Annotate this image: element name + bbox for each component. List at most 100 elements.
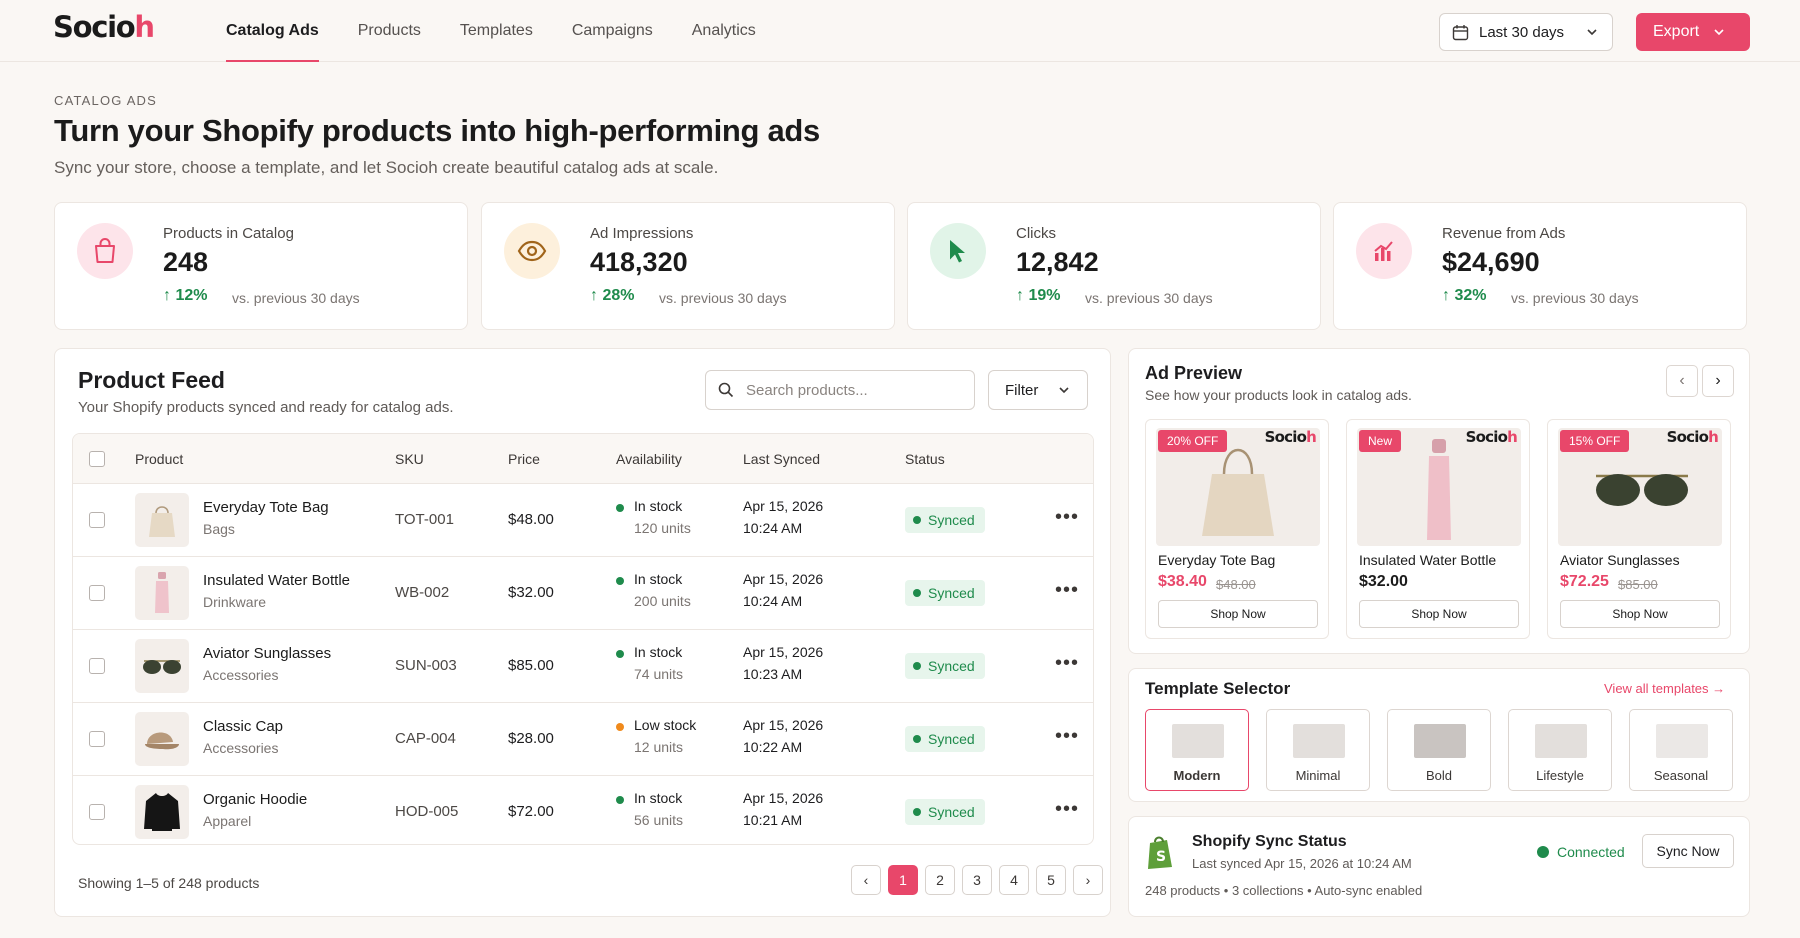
nav-analytics[interactable]: Analytics xyxy=(692,0,756,62)
table-row[interactable]: Classic Cap Accessories CAP-004 $28.00 L… xyxy=(73,703,1093,776)
ad-card[interactable]: 20% OFF Socioh Everyday Tote Bag $38.40 … xyxy=(1145,419,1329,639)
stat-card-products: Products in Catalog 248 ↑ 12% vs. previo… xyxy=(54,202,468,330)
stat-card-clicks: Clicks 12,842 ↑ 19% vs. previous 30 days xyxy=(907,202,1321,330)
search-icon xyxy=(718,382,734,398)
shopify-sync-card: S Shopify Sync Status Last synced Apr 15… xyxy=(1128,816,1750,917)
sync-title: Shopify Sync Status xyxy=(1192,833,1347,850)
availability-status: In stock xyxy=(634,571,683,587)
shopify-icon: S xyxy=(1145,835,1175,874)
ad-preview-subtitle: See how your products look in catalog ad… xyxy=(1145,387,1412,403)
sync-date: Apr 15, 2026 xyxy=(743,498,824,514)
template-seasonal[interactable]: Seasonal xyxy=(1629,709,1733,791)
product-sku: SUN-003 xyxy=(395,657,457,674)
nav-catalog-ads[interactable]: Catalog Ads xyxy=(226,0,319,62)
filter-dropdown[interactable]: Filter xyxy=(988,370,1088,410)
more-icon[interactable]: ••• xyxy=(1055,652,1079,675)
template-selector-card: Template Selector View all templates → M… xyxy=(1128,668,1750,802)
table-row[interactable]: Insulated Water Bottle Drinkware WB-002 … xyxy=(73,557,1093,630)
column-availability[interactable]: Availability xyxy=(616,451,682,467)
more-icon[interactable]: ••• xyxy=(1055,506,1079,529)
product-feed-title: Product Feed xyxy=(78,367,225,393)
next-ad-button[interactable]: › xyxy=(1702,365,1734,397)
discount-tag: 20% OFF xyxy=(1158,430,1228,452)
sync-now-button[interactable]: Sync Now xyxy=(1642,834,1734,868)
status-dot xyxy=(1537,846,1549,858)
shop-now-button[interactable]: Shop Now xyxy=(1560,600,1720,628)
status-badge: Synced xyxy=(905,507,985,533)
sync-date: Apr 15, 2026 xyxy=(743,571,824,587)
new-tag: New xyxy=(1359,430,1402,452)
more-icon[interactable]: ••• xyxy=(1055,579,1079,602)
sunglasses-thumbnail xyxy=(135,639,189,693)
template-lifestyle[interactable]: Lifestyle xyxy=(1508,709,1612,791)
row-checkbox[interactable] xyxy=(89,658,105,674)
image-placeholder-icon xyxy=(1293,724,1345,758)
next-page-button[interactable]: › xyxy=(1073,865,1103,895)
view-all-templates-link[interactable]: View all templates → xyxy=(1604,681,1725,696)
product-price: $48.00 xyxy=(508,511,554,528)
select-all-checkbox[interactable] xyxy=(89,451,105,467)
date-range-dropdown[interactable]: Last 30 days xyxy=(1439,13,1613,51)
page-title: Turn your Shopify products into high-per… xyxy=(54,113,820,148)
chevron-down-icon xyxy=(1059,387,1069,394)
shop-now-button[interactable]: Shop Now xyxy=(1359,600,1519,628)
stat-card-impressions: Ad Impressions 418,320 ↑ 28% vs. previou… xyxy=(481,202,895,330)
product-table: Product SKU Price Availability Last Sync… xyxy=(72,433,1094,845)
product-name: Aviator Sunglasses xyxy=(203,645,332,662)
availability-dot xyxy=(616,577,624,585)
export-label: Export xyxy=(1653,23,1700,40)
availability-status: In stock xyxy=(634,790,683,806)
page-5-button[interactable]: 5 xyxy=(1036,865,1066,895)
page-4-button[interactable]: 4 xyxy=(999,865,1029,895)
prev-page-button[interactable]: ‹ xyxy=(851,865,881,895)
nav-products[interactable]: Products xyxy=(358,0,421,62)
cap-thumbnail xyxy=(135,712,189,766)
ad-card[interactable]: New Socioh Insulated Water Bottle $32.00… xyxy=(1346,419,1530,639)
search-input[interactable]: Search products... xyxy=(705,370,975,410)
product-sku: WB-002 xyxy=(395,584,450,601)
more-icon[interactable]: ••• xyxy=(1055,725,1079,748)
column-last-synced[interactable]: Last Synced xyxy=(743,451,820,467)
export-button[interactable]: Export xyxy=(1636,13,1750,51)
page-1-button[interactable]: 1 xyxy=(888,865,918,895)
brand-watermark: Socioh xyxy=(1465,428,1518,446)
table-row[interactable]: Everyday Tote Bag Bags TOT-001 $48.00 In… xyxy=(73,484,1093,557)
page-2-button[interactable]: 2 xyxy=(925,865,955,895)
availability-status: Low stock xyxy=(634,717,697,733)
row-checkbox[interactable] xyxy=(89,731,105,747)
nav-templates[interactable]: Templates xyxy=(460,0,533,62)
page-3-button[interactable]: 3 xyxy=(962,865,992,895)
column-sku[interactable]: SKU xyxy=(395,451,424,467)
shop-now-button[interactable]: Shop Now xyxy=(1158,600,1318,628)
row-checkbox[interactable] xyxy=(89,804,105,820)
ad-old-price: $48.00 xyxy=(1216,577,1256,592)
more-icon[interactable]: ••• xyxy=(1055,798,1079,821)
column-product[interactable]: Product xyxy=(135,451,183,467)
template-minimal[interactable]: Minimal xyxy=(1266,709,1370,791)
ad-price: $32.00 xyxy=(1359,573,1408,590)
table-header: Product SKU Price Availability Last Sync… xyxy=(73,434,1093,484)
stat-label: Revenue from Ads xyxy=(1442,225,1566,242)
brand-watermark: Socioh xyxy=(1666,428,1719,446)
product-name: Insulated Water Bottle xyxy=(203,572,351,589)
nav-campaigns[interactable]: Campaigns xyxy=(572,0,653,62)
prev-ad-button[interactable]: ‹ xyxy=(1666,365,1698,397)
table-row[interactable]: Aviator Sunglasses Accessories SUN-003 $… xyxy=(73,630,1093,703)
column-status[interactable]: Status xyxy=(905,451,945,467)
product-name: Everyday Tote Bag xyxy=(203,499,329,516)
availability-dot xyxy=(616,650,624,658)
template-bold[interactable]: Bold xyxy=(1387,709,1491,791)
last-synced-text: Last synced Apr 15, 2026 at 10:24 AM xyxy=(1192,856,1412,871)
product-feed-subtitle: Your Shopify products synced and ready f… xyxy=(78,399,454,416)
row-checkbox[interactable] xyxy=(89,512,105,528)
socioh-logo[interactable]: Socioh xyxy=(53,10,155,44)
product-category: Accessories xyxy=(203,667,279,683)
cursor-icon xyxy=(930,223,986,279)
ad-card[interactable]: 15% OFF Socioh Aviator Sunglasses $72.25… xyxy=(1547,419,1731,639)
column-price[interactable]: Price xyxy=(508,451,540,467)
calendar-icon xyxy=(1452,24,1469,40)
page-eyebrow: CATALOG ADS xyxy=(54,93,158,108)
row-checkbox[interactable] xyxy=(89,585,105,601)
table-row[interactable]: Organic Hoodie Apparel HOD-005 $72.00 In… xyxy=(73,776,1093,844)
template-modern[interactable]: Modern xyxy=(1145,709,1249,791)
